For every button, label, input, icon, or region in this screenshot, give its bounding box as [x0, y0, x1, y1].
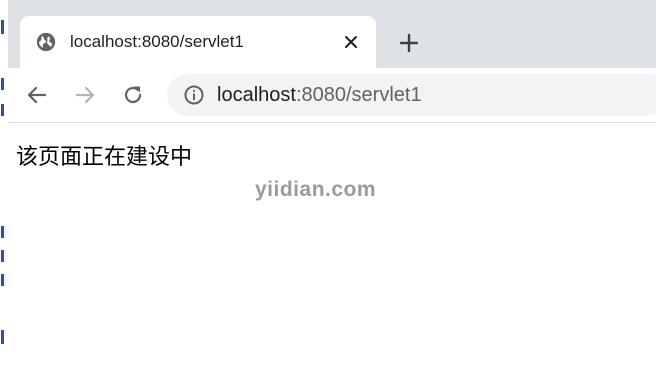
page-message: 该页面正在建设中: [16, 145, 193, 170]
tab-strip: localhost:8080/servlet1: [8, 0, 656, 68]
background-text-fragment: [1, 104, 4, 116]
browser-window: localhost:8080/servlet1 localhost:8080/s…: [8, 0, 656, 391]
browser-toolbar: localhost:8080/servlet1: [8, 68, 656, 123]
globe-icon: [36, 32, 56, 52]
background-text-fragment: [1, 330, 4, 344]
url-path: :8080/servlet1: [295, 84, 422, 106]
page-content: 该页面正在建设中 yiidian.com: [8, 123, 656, 391]
address-bar[interactable]: localhost:8080/servlet1: [167, 74, 656, 116]
background-text-fragment: [1, 20, 4, 34]
watermark: yiidian.com: [255, 178, 377, 201]
screenshot-root: localhost:8080/servlet1 localhost:8080/s…: [0, 0, 656, 391]
close-icon[interactable]: [342, 33, 360, 51]
arrow-left-icon[interactable]: [24, 82, 50, 108]
url-host: localhost: [217, 84, 296, 106]
info-icon[interactable]: [183, 84, 205, 106]
background-text-fragment: [1, 226, 4, 238]
tab-title: localhost:8080/servlet1: [70, 32, 244, 51]
plus-icon[interactable]: [397, 31, 421, 55]
background-text-fragment: [1, 78, 4, 90]
background-text-fragment: [1, 250, 4, 262]
background-text-fragment: [1, 274, 4, 286]
url-text[interactable]: localhost:8080/servlet1: [217, 84, 422, 107]
arrow-right-icon[interactable]: [72, 82, 98, 108]
reload-icon[interactable]: [120, 82, 146, 108]
tab-active[interactable]: localhost:8080/servlet1: [20, 16, 376, 68]
